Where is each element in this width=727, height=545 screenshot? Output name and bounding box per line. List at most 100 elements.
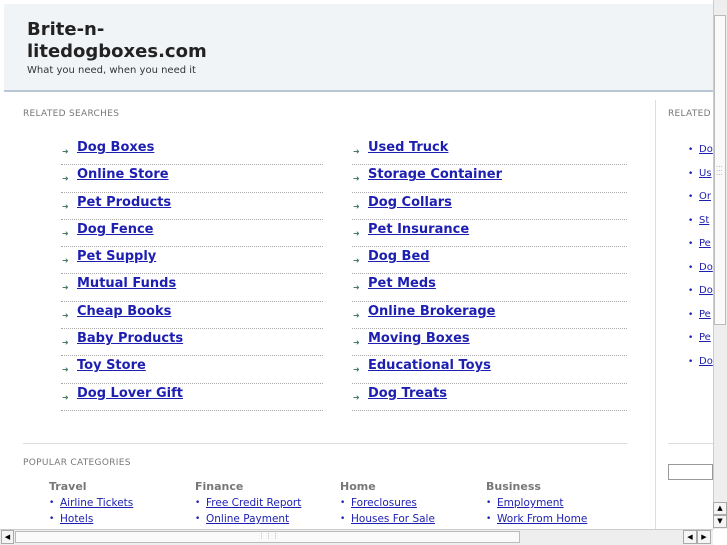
list-item: • Work From Home: [486, 513, 587, 529]
bullet-icon: •: [688, 145, 694, 155]
arrow-icon: ➜: [353, 392, 360, 402]
bullet-icon: •: [49, 498, 55, 508]
list-item: ➜ Toy Store: [61, 356, 323, 384]
arrow-icon: ➜: [353, 174, 360, 184]
scroll-left-icon[interactable]: ◀: [1, 530, 14, 544]
scroll-right-icon[interactable]: ▶: [697, 530, 711, 544]
arrow-icon: ➜: [353, 365, 360, 375]
category-link[interactable]: Airline Tickets: [60, 497, 133, 509]
related-link[interactable]: St: [699, 215, 709, 226]
list-item: ➜ Educational Toys: [352, 356, 627, 384]
bullet-icon: •: [688, 215, 694, 226]
list-item: ➜ Online Brokerage: [352, 302, 627, 330]
list-item: ➜ Used Truck: [352, 138, 627, 166]
scroll-up-icon[interactable]: ▲: [713, 502, 727, 515]
right-panel-search-input[interactable]: [668, 464, 713, 480]
search-link[interactable]: Toy Store: [77, 358, 146, 373]
search-link[interactable]: Educational Toys: [368, 358, 491, 373]
arrow-icon: ➜: [353, 228, 360, 238]
search-link[interactable]: Baby Products: [77, 331, 183, 346]
related-searches-left-list: ➜ Dog Boxes ➜ Online Store ➜ Pet Products ➜ Dog…: [61, 138, 323, 411]
search-link[interactable]: Moving Boxes: [368, 331, 470, 346]
category-link[interactable]: Houses For Sale: [351, 513, 435, 525]
list-item: ➜ Dog Fence: [61, 220, 323, 248]
search-link[interactable]: Dog Fence: [77, 222, 154, 237]
arrow-icon: ➜: [62, 228, 69, 238]
list-item: • Free Credit Report: [195, 497, 301, 513]
search-link[interactable]: Online Brokerage: [368, 304, 496, 319]
list-item: ➜ Baby Products: [61, 329, 323, 357]
category-link[interactable]: Foreclosures: [351, 497, 417, 509]
list-item: ➜ Cheap Books: [61, 302, 323, 330]
list-item: ➜ Online Store: [61, 165, 323, 193]
category-title: Business: [486, 480, 541, 493]
search-link[interactable]: Pet Supply: [77, 249, 156, 264]
bullet-icon: •: [688, 333, 694, 343]
list-item: • Houses For Sale: [340, 513, 435, 529]
bullet-icon: •: [340, 514, 346, 524]
bullet-icon: •: [688, 168, 694, 179]
arrow-icon: ➜: [62, 256, 69, 266]
search-link[interactable]: Pet Insurance: [368, 222, 469, 237]
bullet-icon: •: [49, 514, 55, 524]
list-item: • Online Payment: [195, 513, 289, 529]
related-link[interactable]: Us: [699, 168, 712, 179]
arrow-icon: ➜: [62, 174, 69, 184]
search-link[interactable]: Dog Bed: [368, 249, 430, 264]
bullet-icon: •: [688, 262, 694, 273]
search-link[interactable]: Online Store: [77, 167, 169, 182]
bullet-icon: •: [195, 514, 201, 524]
related-link[interactable]: Pe: [699, 332, 711, 343]
related-link[interactable]: Do: [699, 356, 713, 367]
category-link[interactable]: Work From Home: [497, 513, 587, 525]
vertical-scroll-grip-icon: ··· ··· ···: [716, 163, 723, 179]
category-link[interactable]: Free Credit Report: [206, 497, 301, 509]
category-link[interactable]: Employment: [497, 497, 564, 509]
category-title: Home: [340, 480, 376, 493]
list-item: ➜ Dog Bed: [352, 247, 627, 275]
search-link[interactable]: Dog Treats: [368, 386, 447, 401]
site-title: Brite-n-litedogboxes.com: [27, 19, 207, 62]
arrow-icon: ➜: [353, 147, 360, 156]
search-link[interactable]: Cheap Books: [77, 304, 171, 319]
related-link[interactable]: Pe: [699, 309, 711, 320]
search-link[interactable]: Dog Collars: [368, 195, 452, 210]
arrow-icon: ➜: [62, 392, 69, 402]
search-link[interactable]: Pet Meds: [368, 276, 436, 291]
list-item: ➜ Dog Collars: [352, 193, 627, 220]
scroll-down-icon[interactable]: ▼: [713, 515, 727, 528]
list-item: ➜ Pet Supply: [61, 247, 323, 275]
list-item: ➜ Pet Insurance: [352, 220, 627, 248]
search-link[interactable]: Used Truck: [368, 140, 448, 155]
related-link[interactable]: Do: [699, 144, 713, 155]
horizontal-scroll-grip-icon: ⋮⋮⋮: [258, 532, 279, 540]
category-link[interactable]: Hotels: [60, 513, 93, 525]
search-link[interactable]: Mutual Funds: [77, 276, 176, 291]
list-item: ➜ Pet Meds: [352, 274, 627, 302]
popular-categories-label: POPULAR CATEGORIES: [23, 458, 131, 468]
related-link[interactable]: Do: [699, 285, 713, 296]
search-link[interactable]: Dog Boxes: [77, 140, 154, 155]
section-divider: [23, 443, 627, 444]
search-link[interactable]: Storage Container: [368, 167, 502, 182]
arrow-icon: ➜: [353, 256, 360, 266]
list-item: ➜ Dog Boxes: [61, 138, 323, 166]
related-link[interactable]: Do: [699, 262, 713, 273]
category-link[interactable]: Online Payment: [206, 513, 289, 525]
search-link[interactable]: Dog Lover Gift: [77, 386, 183, 401]
category-column: Finance • Free Credit Report • Online Paymen…: [195, 480, 301, 529]
bullet-icon: •: [688, 192, 694, 202]
arrow-icon: ➜: [353, 201, 360, 211]
bullet-icon: •: [195, 498, 201, 508]
list-item: ➜ Mutual Funds: [61, 274, 323, 302]
related-link[interactable]: Or: [699, 191, 711, 202]
scroll-left-icon[interactable]: ◀: [683, 530, 697, 544]
site-tagline: What you need, when you need it: [27, 65, 196, 76]
bullet-icon: •: [688, 356, 694, 367]
related-link[interactable]: Pe: [699, 238, 711, 249]
arrow-icon: ➜: [62, 201, 69, 211]
bullet-icon: •: [688, 239, 694, 249]
arrow-icon: ➜: [62, 147, 69, 156]
category-title: Travel: [49, 480, 87, 493]
search-link[interactable]: Pet Products: [77, 195, 171, 210]
